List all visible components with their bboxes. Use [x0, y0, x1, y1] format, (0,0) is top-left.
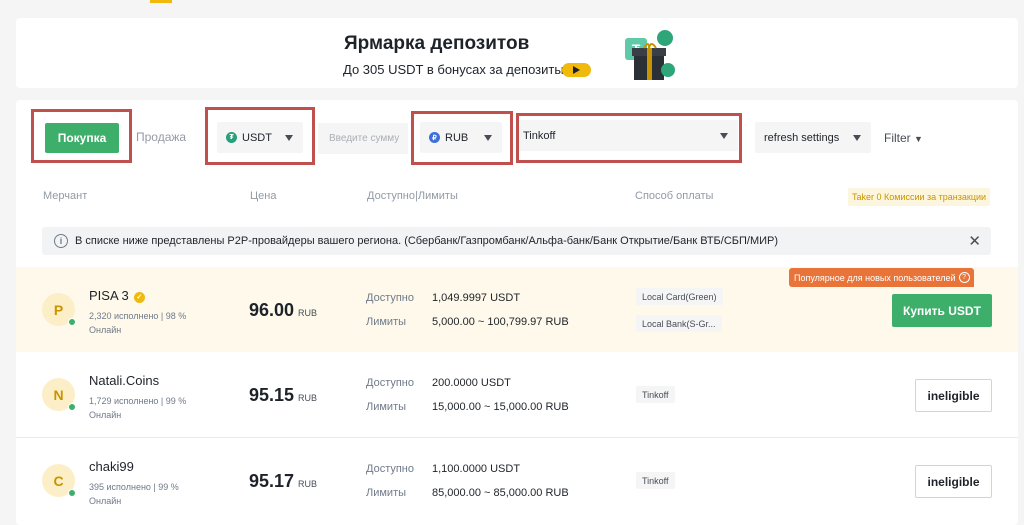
- available-value: 1,100.0000 USDT: [432, 463, 521, 475]
- arrow-right-icon[interactable]: [562, 63, 591, 77]
- merchant-name-text: PISA 3: [89, 288, 129, 303]
- column-header-available: Доступно|Лимиты: [367, 190, 458, 202]
- column-header-merchant: Мерчант: [43, 190, 88, 202]
- highlight-box-buy: [31, 109, 132, 163]
- available-label: Доступно: [366, 377, 415, 389]
- price-value: 95.15: [249, 385, 295, 405]
- merchant-online: Онлайн: [89, 496, 122, 506]
- question-icon[interactable]: ?: [958, 272, 970, 283]
- highlight-box-fiat: [411, 111, 513, 165]
- highlight-box-asset: [205, 107, 315, 165]
- payment-method-tag: Local Bank(S-Gr...: [636, 315, 722, 332]
- merchant-stats: 395 исполнено | 99 %: [89, 482, 179, 492]
- merchant-stats: 2,320 исполнено | 98 %: [89, 311, 187, 321]
- caret-down-icon: ▼: [914, 134, 923, 144]
- ineligible-button[interactable]: ineligible: [915, 465, 992, 498]
- price-unit: RUB: [298, 393, 318, 403]
- avatar[interactable]: N: [42, 378, 76, 411]
- price: 95.17 RUB: [249, 471, 317, 492]
- avatar[interactable]: C: [42, 464, 76, 497]
- price-unit: RUB: [298, 479, 318, 489]
- limits-label: Лимиты: [366, 316, 407, 328]
- price-value: 96.00: [249, 300, 295, 320]
- popular-badge: Популярное для новых пользователей ?: [789, 268, 974, 287]
- available-label: Доступно: [366, 463, 415, 475]
- refresh-settings-select[interactable]: refresh settings: [755, 122, 871, 153]
- refresh-settings-label: refresh settings: [764, 131, 840, 144]
- amount-input[interactable]: [318, 123, 408, 154]
- top-accent-bar: [150, 0, 172, 3]
- info-icon: i: [54, 234, 68, 248]
- avatar-initial: C: [53, 472, 64, 489]
- table-row: N Natali.Coins 1,729 исполнено | 99 % Он…: [16, 352, 1018, 438]
- online-status-icon: [68, 318, 76, 326]
- avatar-initial: P: [53, 301, 64, 318]
- price: 96.00 RUB: [249, 300, 317, 321]
- limits-label: Лимиты: [366, 487, 407, 499]
- payment-method-tag: Local Card(Green): [636, 288, 723, 305]
- region-notice-text: В списке ниже представлены P2P-провайдер…: [75, 235, 779, 247]
- verified-merchant-icon: ✓: [133, 291, 145, 303]
- merchant-name[interactable]: PISA 3 ✓: [89, 288, 145, 303]
- limits-label: Лимиты: [366, 401, 407, 413]
- region-notice: i В списке ниже представлены P2P-провайд…: [42, 227, 991, 255]
- promo-banner[interactable]: Ярмарка депозитов До 305 USDT в бонусах …: [16, 18, 1018, 88]
- price: 95.15 RUB: [249, 385, 317, 406]
- merchant-online: Онлайн: [89, 410, 122, 420]
- filter-label: Filter: [884, 131, 911, 145]
- avatar[interactable]: P: [42, 293, 76, 326]
- available-value: 1,049.9997 USDT: [432, 292, 521, 304]
- chevron-down-icon: [853, 135, 861, 141]
- price-unit: RUB: [298, 308, 318, 318]
- taker-fee-badge: Taker 0 Комиссии за транзакции: [848, 188, 991, 206]
- gift-box-icon: ₮: [625, 30, 675, 80]
- ineligible-button[interactable]: ineligible: [915, 379, 992, 412]
- table-row: C chaki99 395 исполнено | 99 % Онлайн 95…: [16, 438, 1018, 525]
- limits-value: 85,000.00 ~ 85,000.00 RUB: [432, 487, 569, 499]
- payment-method-tag: Tinkoff: [636, 472, 675, 489]
- column-header-payment: Способ оплаты: [635, 190, 714, 202]
- popular-badge-text: Популярное для новых пользователей: [794, 272, 956, 283]
- available-value: 200.0000 USDT: [432, 377, 511, 389]
- close-icon[interactable]: ✕: [968, 232, 981, 250]
- price-value: 95.17: [249, 471, 295, 491]
- buy-usdt-button[interactable]: Купить USDT: [892, 294, 992, 327]
- limits-value: 5,000.00 ~ 100,799.97 RUB: [432, 316, 569, 328]
- merchant-online: Онлайн: [89, 325, 122, 335]
- sell-tab-button[interactable]: Продажа: [136, 130, 186, 144]
- online-status-icon: [68, 489, 76, 497]
- banner-subtitle: До 305 USDT в бонусах за депозиты: [343, 62, 564, 77]
- banner-title: Ярмарка депозитов: [344, 33, 530, 54]
- online-status-icon: [68, 403, 76, 411]
- payment-method-tag: Tinkoff: [636, 386, 675, 403]
- merchant-name[interactable]: Natali.Coins: [89, 373, 159, 388]
- avatar-initial: N: [53, 386, 64, 403]
- highlight-box-payment: [516, 113, 742, 163]
- filter-button[interactable]: Filter ▼: [884, 131, 923, 145]
- available-label: Доступно: [366, 292, 415, 304]
- merchant-stats: 1,729 исполнено | 99 %: [89, 396, 187, 406]
- limits-value: 15,000.00 ~ 15,000.00 RUB: [432, 401, 569, 413]
- column-header-price: Цена: [250, 190, 277, 202]
- merchant-name[interactable]: chaki99: [89, 459, 134, 474]
